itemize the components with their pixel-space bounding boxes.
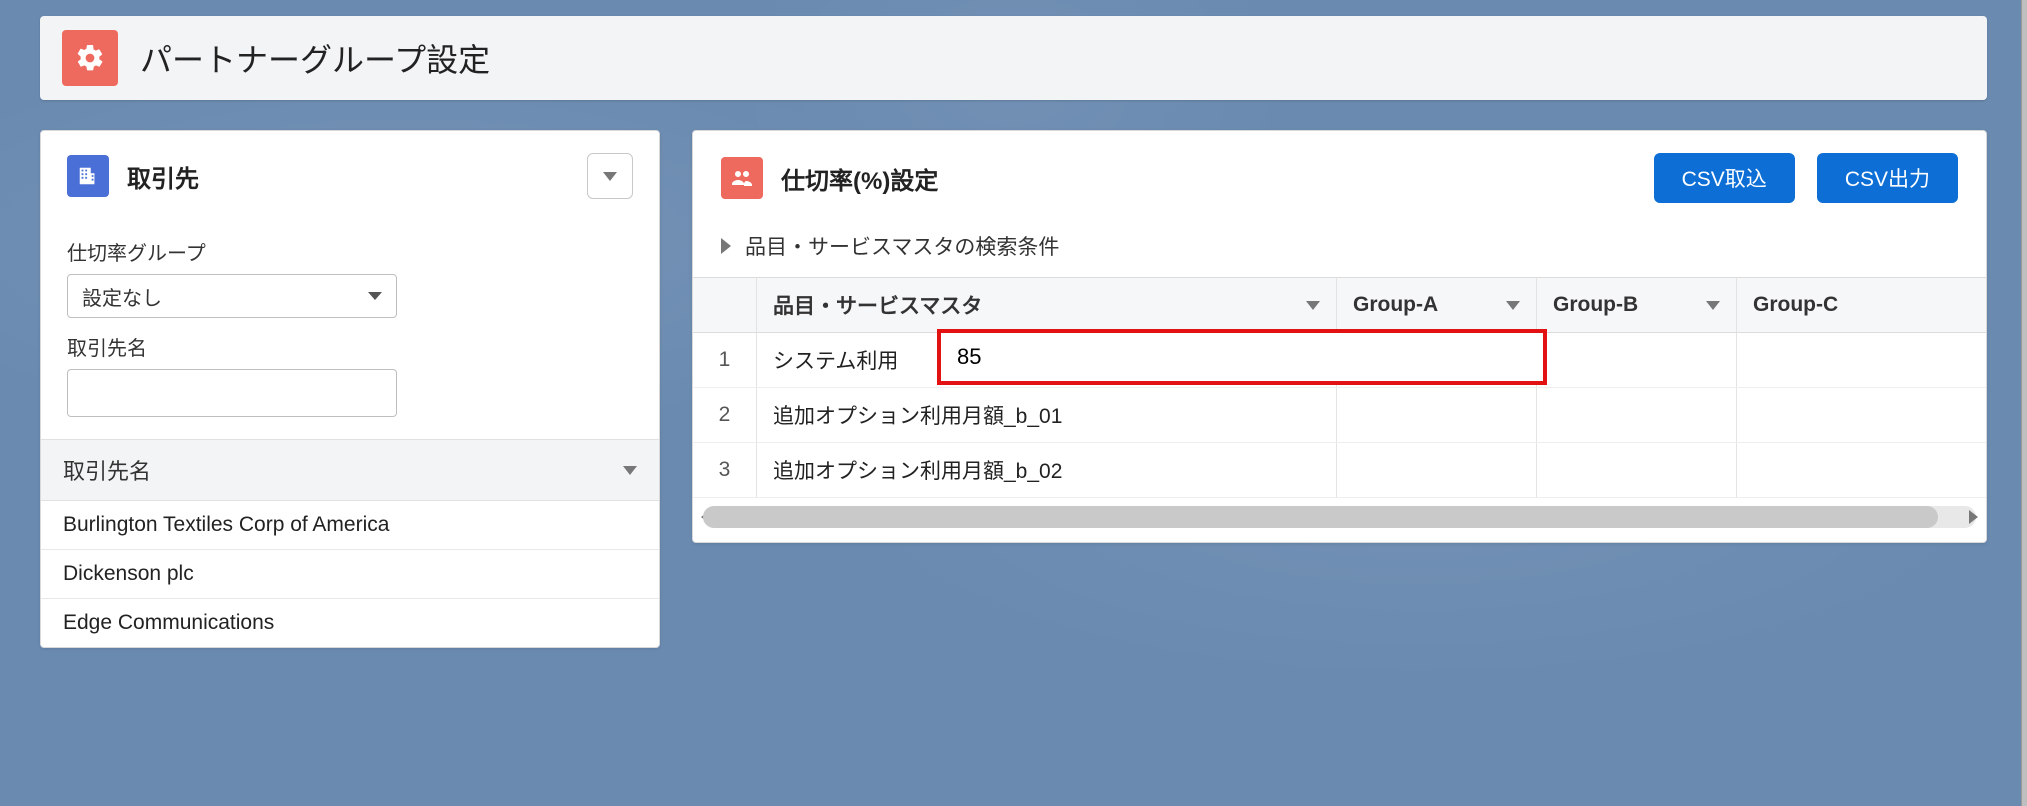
cell-group-b[interactable] [1537,443,1737,497]
table-row: 2 追加オプション利用月額_b_01 [693,388,1986,443]
building-icon [67,155,109,197]
col-number [693,278,757,332]
rates-panel: 仕切率(%)設定 CSV取込 CSV出力 品目・サービスマスタの検索条件 品目・… [692,130,1987,543]
col-item-master[interactable]: 品目・サービスマスタ [757,278,1337,332]
chevron-down-icon [368,292,382,300]
field-label-group: 仕切率グループ [67,237,633,266]
search-conditions-label: 品目・サービスマスタの検索条件 [745,231,1059,261]
page-title: パートナーグループ設定 [140,35,490,81]
row-number: 2 [693,388,757,442]
chevron-right-icon [721,238,731,254]
chevron-down-icon [603,172,617,181]
scrollbar-thumb[interactable] [703,506,1938,528]
accounts-panel: 取引先 仕切率グループ 設定なし 取引先名 取引先名 Burlington Te… [40,130,660,648]
accounts-panel-header: 取引先 [41,131,659,217]
col-group-c-label: Group-C [1753,293,1838,317]
chevron-down-icon [1706,301,1720,310]
people-icon [721,157,763,199]
cell-item-name[interactable]: 追加オプション利用月額_b_01 [757,388,1337,442]
horizontal-scrollbar[interactable] [703,506,1976,528]
rates-table: 品目・サービスマスタ Group-A Group-B Group-C 1 [693,277,1986,498]
csv-import-button[interactable]: CSV取込 [1654,153,1795,203]
page-title-bar: パートナーグループ設定 [40,16,1987,100]
window-scrollbar[interactable] [2021,0,2027,806]
table-row: 3 追加オプション利用月額_b_02 [693,443,1986,498]
cell-group-a[interactable] [1337,388,1537,442]
accounts-list: Burlington Textiles Corp of America Dick… [41,501,659,647]
col-group-a[interactable]: Group-A [1337,278,1537,332]
accounts-panel-menu-button[interactable] [587,153,633,199]
rates-panel-title: 仕切率(%)設定 [781,161,938,196]
accounts-list-header-label: 取引先名 [63,454,151,486]
rates-panel-header: 仕切率(%)設定 CSV取込 CSV出力 [693,131,1986,221]
cell-group-b[interactable] [1537,333,1737,387]
cell-group-c[interactable] [1737,443,1986,497]
chevron-down-icon [623,466,637,475]
cell-group-c[interactable] [1737,388,1986,442]
cell-group-a[interactable] [1337,443,1537,497]
table-row: 1 システム利用 85 [693,333,1986,388]
col-item-master-label: 品目・サービスマスタ [773,290,982,320]
cell-item-name-text: システム利用 [773,345,898,375]
csv-export-button[interactable]: CSV出力 [1817,153,1958,203]
row-number: 1 [693,333,757,387]
cell-item-name[interactable]: システム利用 85 [757,333,1337,387]
group-select-value: 設定なし [82,282,162,311]
gears-icon [62,30,118,86]
rate-cell-editor[interactable]: 85 [937,329,1547,385]
cell-item-name-text: 追加オプション利用月額_b_02 [773,455,1062,485]
cell-item-name[interactable]: 追加オプション利用月額_b_02 [757,443,1337,497]
scroll-right-icon [1969,510,1978,524]
rate-cell-editor-value: 85 [957,344,981,370]
group-select[interactable]: 設定なし [67,274,397,318]
search-conditions-toggle[interactable]: 品目・サービスマスタの検索条件 [693,221,1986,277]
field-label-account-name: 取引先名 [67,332,633,361]
accounts-list-header[interactable]: 取引先名 [41,439,659,501]
list-item[interactable]: Edge Communications [41,599,659,647]
table-header-row: 品目・サービスマスタ Group-A Group-B Group-C [693,278,1986,333]
col-group-b[interactable]: Group-B [1537,278,1737,332]
col-group-b-label: Group-B [1553,293,1638,317]
chevron-down-icon [1306,301,1320,310]
cell-group-c[interactable] [1737,333,1986,387]
cell-item-name-text: 追加オプション利用月額_b_01 [773,400,1062,430]
list-item[interactable]: Dickenson plc [41,550,659,599]
account-name-input[interactable] [67,369,397,417]
row-number: 3 [693,443,757,497]
col-group-a-label: Group-A [1353,293,1438,317]
list-item[interactable]: Burlington Textiles Corp of America [41,501,659,550]
accounts-panel-title: 取引先 [127,159,199,194]
col-group-c[interactable]: Group-C [1737,278,1986,332]
cell-group-b[interactable] [1537,388,1737,442]
chevron-down-icon [1506,301,1520,310]
